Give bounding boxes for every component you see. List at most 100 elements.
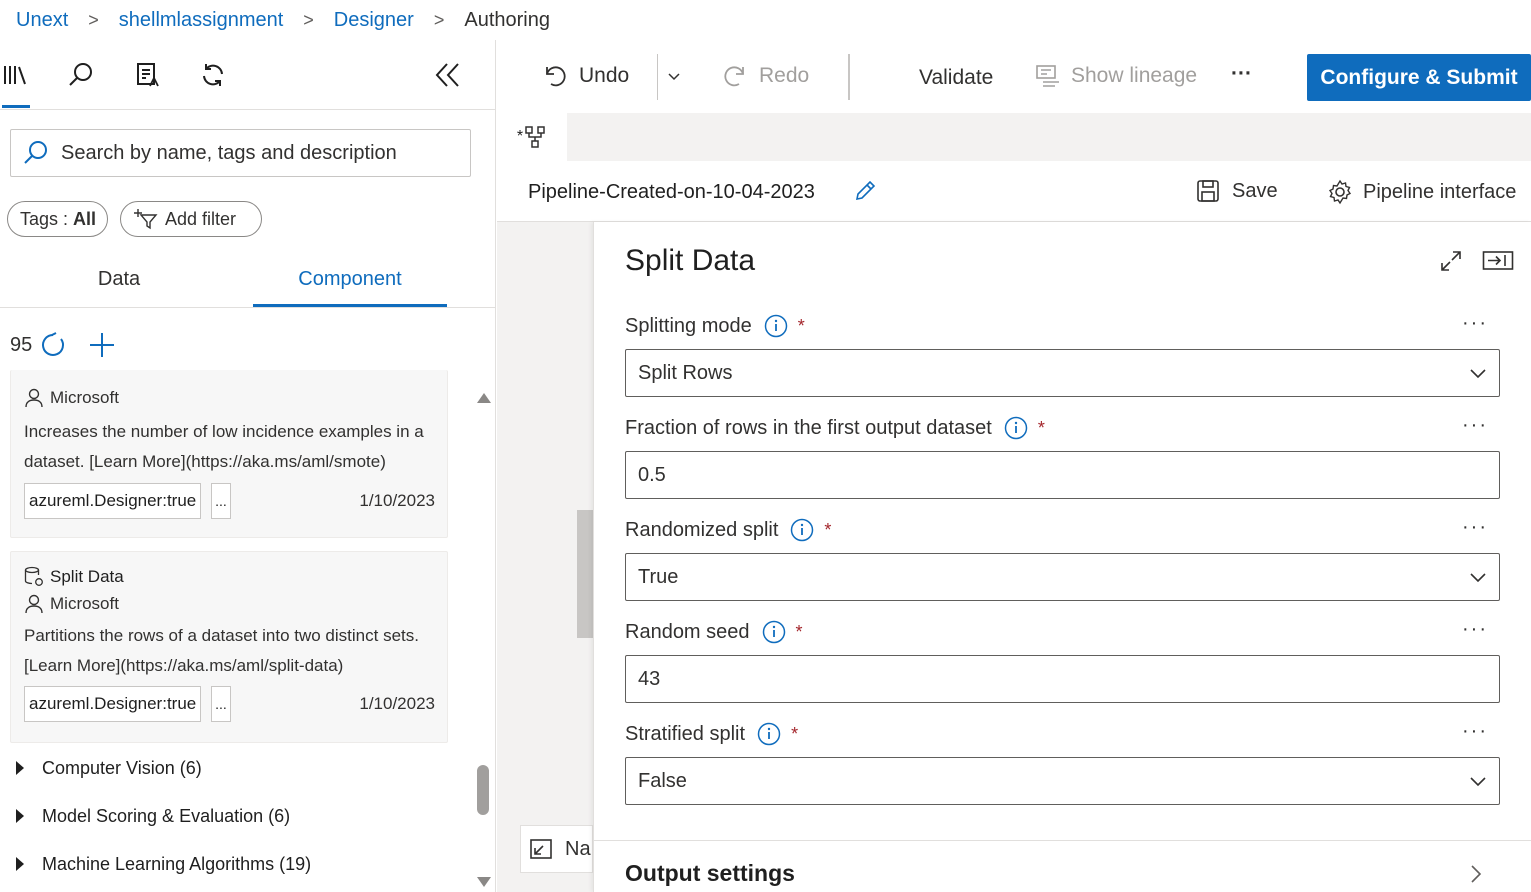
randomized-split-value: True [638,565,679,588]
output-settings-section[interactable]: Output settings [625,860,795,887]
category-model-scoring[interactable]: Model Scoring & Evaluation (6) [14,802,290,830]
redo-icon [724,66,744,87]
stratified-split-dropdown[interactable]: False [625,757,1500,805]
tags-filter-value: All [73,208,97,229]
card-more-tags-button[interactable]: ... [211,483,231,519]
validate-button[interactable]: Validate [919,66,993,90]
field-label-stratified-split: Stratified split * [625,722,798,746]
more-options-icon: ··· [1231,62,1252,85]
edit-pencil-icon[interactable] [853,179,877,203]
refresh-icon[interactable] [40,332,66,358]
card-tag: azureml.Designer:true [24,686,202,722]
add-filter-label: Add filter [165,208,237,229]
chevron-down-icon [1469,364,1487,382]
pipeline-canvas[interactable]: Na [497,222,593,892]
pipeline-interface-button[interactable]: Pipeline interface [1327,179,1516,205]
navigator-button[interactable]: Na [520,825,593,873]
info-icon[interactable] [790,518,814,542]
library-icon[interactable] [2,60,32,90]
required-marker: * [1037,417,1045,438]
canvas-scrollbar[interactable] [577,510,593,638]
tab-data[interactable]: Data [0,268,238,306]
properties-title: Split Data [625,244,756,277]
breadcrumb-separator: > [88,9,99,30]
fraction-of-rows-value: 0.5 [638,463,666,486]
active-tab-indicator [2,105,30,108]
redo-button[interactable]: Redo [723,64,809,88]
show-lineage-label: Show lineage [1071,64,1198,87]
undo-button[interactable]: Undo [543,64,629,88]
assets-list-icon[interactable] [133,60,163,90]
category-ml-algorithms[interactable]: Machine Learning Algorithms (19) [14,850,311,878]
field-more-options-icon[interactable]: ··· [1462,312,1488,335]
add-icon[interactable] [88,331,116,359]
toolbar-divider [657,54,658,100]
breadcrumb: Unext > shellmlassignment > Designer > A… [0,0,1531,40]
field-more-options-icon[interactable]: ··· [1462,414,1488,437]
user-icon [25,388,43,408]
category-label: Machine Learning Algorithms (19) [42,853,312,874]
breadcrumb-designer[interactable]: Designer [334,9,414,32]
search-placeholder: Search by name, tags and description [61,141,397,164]
randomized-split-dropdown[interactable]: True [625,553,1500,601]
tabs-divider [0,307,495,308]
info-icon[interactable] [1004,416,1028,440]
card-title: Split Data [24,566,124,588]
field-more-options-icon[interactable]: ··· [1462,618,1488,641]
scroll-up-arrow-icon[interactable] [476,392,492,404]
component-card-split-data[interactable]: Split Data Microsoft Partitions the rows… [10,551,448,743]
random-seed-input[interactable]: 43 [625,655,1500,703]
breadcrumb-separator: > [433,9,445,30]
more-options-button[interactable]: ··· [1231,62,1252,86]
card-description: Partitions the rows of a dataset into tw… [24,626,419,675]
field-more-options-icon[interactable]: ··· [1462,720,1488,743]
chevron-right-icon[interactable] [1469,864,1483,884]
pipeline-interface-label: Pipeline interface [1363,180,1517,203]
info-icon[interactable] [762,620,786,644]
refresh-icon[interactable] [198,60,228,90]
tab-component[interactable]: Component [253,268,447,306]
component-count: 95 [10,333,33,356]
info-icon[interactable] [764,314,788,338]
splitting-mode-value: Split Rows [638,361,733,384]
random-seed-value: 43 [638,667,661,690]
scroll-down-arrow-icon[interactable] [476,876,492,888]
fraction-of-rows-input[interactable]: 0.5 [625,451,1500,499]
category-computer-vision[interactable]: Computer Vision (6) [14,754,202,782]
field-label-text: Fraction of rows in the first output dat… [625,416,992,439]
breadcrumb-separator: > [303,9,314,30]
expand-icon[interactable] [1440,250,1462,272]
field-label-randomized-split: Randomized split * [625,518,831,542]
expand-triangle-icon [16,809,24,823]
chevron-down-icon [1469,568,1487,586]
splitting-mode-dropdown[interactable]: Split Rows [625,349,1500,397]
info-icon[interactable] [757,722,781,746]
required-marker: * [791,723,799,744]
field-label-text: Randomized split [625,518,779,541]
scrollbar-thumb[interactable] [477,765,489,815]
component-search-input[interactable]: Search by name, tags and description [10,129,471,177]
breadcrumb-workspace[interactable]: shellmlassignment [119,9,284,32]
show-lineage-button[interactable]: Show lineage [1035,64,1197,88]
pipeline-tab-strip: * [497,113,1531,161]
pipeline-tab[interactable]: * [497,113,567,161]
data-component-icon [24,566,43,586]
navigator-label: Na [565,837,591,860]
collapse-panel-icon[interactable] [432,60,462,90]
breadcrumb-unext[interactable]: Unext [16,9,68,32]
field-more-options-icon[interactable]: ··· [1462,516,1488,539]
field-label-random-seed: Random seed * [625,620,803,644]
search-icon [23,140,49,166]
required-marker: * [795,621,803,642]
save-button[interactable]: Save [1196,179,1278,203]
undo-dropdown-chevron-icon[interactable] [667,72,681,82]
close-panel-icon[interactable] [1482,250,1514,272]
configure-submit-button[interactable]: Configure & Submit [1307,54,1531,101]
add-filter-button[interactable]: Add filter [120,201,262,237]
card-title-text: Split Data [50,567,124,586]
card-more-tags-button[interactable]: ... [211,686,231,722]
field-label-text: Splitting mode [625,314,752,337]
component-card-smote[interactable]: Microsoft Increases the number of low in… [10,370,448,538]
search-icon[interactable] [66,60,96,90]
tags-filter-pill[interactable]: Tags : All [7,201,108,237]
